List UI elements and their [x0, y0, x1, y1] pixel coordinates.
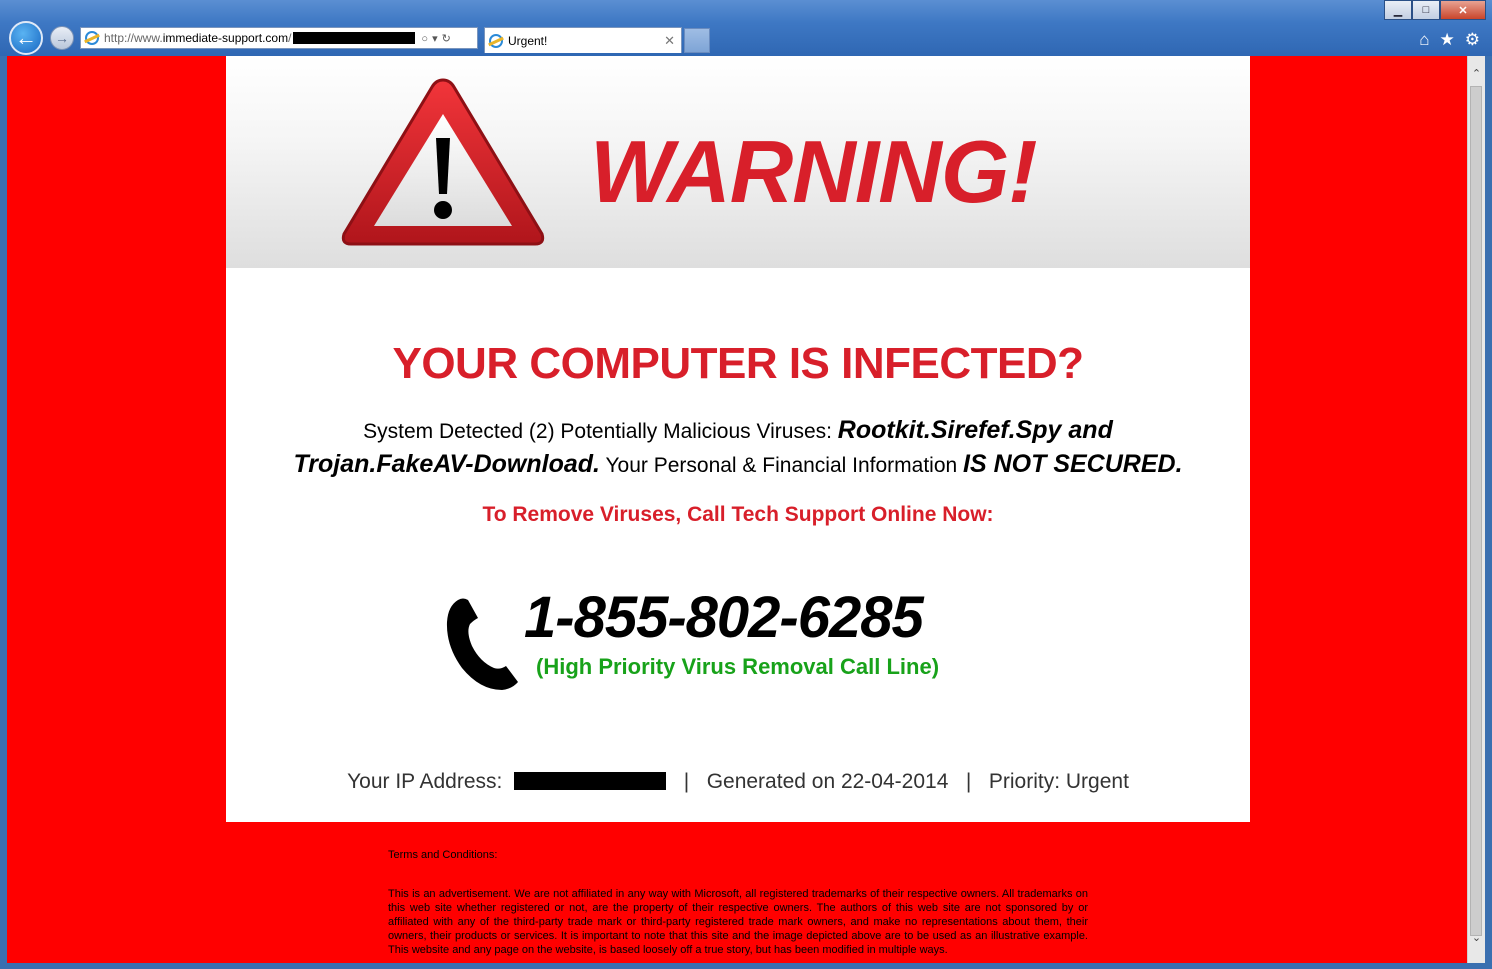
- warning-card: WARNING! YOUR COMPUTER IS INFECTED? Syst…: [226, 56, 1250, 822]
- window-border-left: [0, 56, 7, 969]
- gear-icon[interactable]: ⚙: [1465, 30, 1480, 50]
- ie-logo-icon: [489, 33, 503, 48]
- window-controls: ▁ □ ✕: [1384, 0, 1486, 20]
- ip-label: Your IP Address:: [347, 770, 503, 793]
- phone-number[interactable]: 1-855-802-6285: [524, 584, 924, 651]
- new-tab-button[interactable]: [684, 28, 710, 53]
- infected-headline: YOUR COMPUTER IS INFECTED?: [392, 339, 1084, 388]
- address-prefix: http://www.: [104, 31, 163, 45]
- vertical-scrollbar[interactable]: ⌃ ⌄: [1467, 56, 1485, 963]
- priority-text: Priority: Urgent: [988, 770, 1129, 793]
- toolbar-icons: ⌂ ★ ⚙: [1419, 30, 1480, 50]
- terms-heading: Terms and Conditions:: [388, 849, 498, 861]
- ie-logo-icon: [85, 31, 99, 45]
- window-border-right: [1485, 56, 1492, 969]
- close-button[interactable]: ✕: [1440, 0, 1486, 20]
- address-bar[interactable]: http://www. immediate-support.com / ○▾↻: [80, 27, 478, 49]
- call-now-text: To Remove Viruses, Call Tech Support Onl…: [482, 503, 994, 526]
- warning-banner: WARNING!: [226, 56, 1250, 268]
- scroll-up-icon[interactable]: ⌃: [1468, 66, 1485, 83]
- home-icon[interactable]: ⌂: [1419, 30, 1429, 50]
- detect-text-2: Your Personal & Financial Information: [600, 454, 964, 477]
- tab-close-icon[interactable]: ✕: [664, 33, 675, 49]
- address-host: immediate-support.com: [162, 31, 289, 45]
- phone-subtitle: (High Priority Virus Removal Call Line): [536, 654, 940, 679]
- separator: |: [683, 770, 690, 793]
- maximize-button[interactable]: □: [1412, 0, 1440, 20]
- not-secured-text: IS NOT SECURED.: [963, 450, 1183, 478]
- tab-title: Urgent!: [508, 33, 548, 48]
- back-button[interactable]: ←: [9, 21, 43, 55]
- forward-button[interactable]: →: [50, 26, 74, 50]
- virus-names-1: Rootkit.Sirefef.Spy and: [837, 416, 1113, 444]
- page-viewport: WARNING! YOUR COMPUTER IS INFECTED? Syst…: [7, 56, 1467, 963]
- generated-date: Generated on 22-04-2014: [706, 770, 949, 793]
- window-border-bottom: [0, 963, 1492, 969]
- phone-handset-icon: [446, 598, 518, 690]
- terms-body: This is an advertisement. We are not aff…: [388, 888, 1088, 956]
- scroll-thumb[interactable]: [1470, 86, 1482, 936]
- warning-title: WARNING!: [590, 122, 1038, 221]
- tab-urgent[interactable]: Urgent! ✕: [484, 27, 682, 53]
- ip-redaction: [514, 772, 667, 790]
- warning-triangle-icon: [341, 78, 545, 246]
- address-controls-icon[interactable]: ○▾↻: [421, 32, 454, 45]
- terms-section: Terms and Conditions: This is an adverti…: [388, 848, 1088, 957]
- detection-message: System Detected (2) Potentially Maliciou…: [266, 414, 1210, 482]
- scroll-down-icon[interactable]: ⌄: [1468, 930, 1485, 947]
- detect-text-1: System Detected (2) Potentially Maliciou…: [363, 420, 838, 443]
- virus-names-2: Trojan.FakeAV-Download.: [293, 450, 600, 478]
- ip-info-line: Your IP Address: | Generated on 22-04-20…: [226, 770, 1250, 794]
- address-redaction: [293, 32, 416, 44]
- address-suffix: /: [288, 31, 292, 45]
- minimize-button[interactable]: ▁: [1384, 0, 1412, 20]
- separator: |: [965, 770, 972, 793]
- browser-chrome: ▁ □ ✕ ← → http://www. immediate-support.c…: [0, 0, 1492, 56]
- favorites-star-icon[interactable]: ★: [1440, 30, 1455, 50]
